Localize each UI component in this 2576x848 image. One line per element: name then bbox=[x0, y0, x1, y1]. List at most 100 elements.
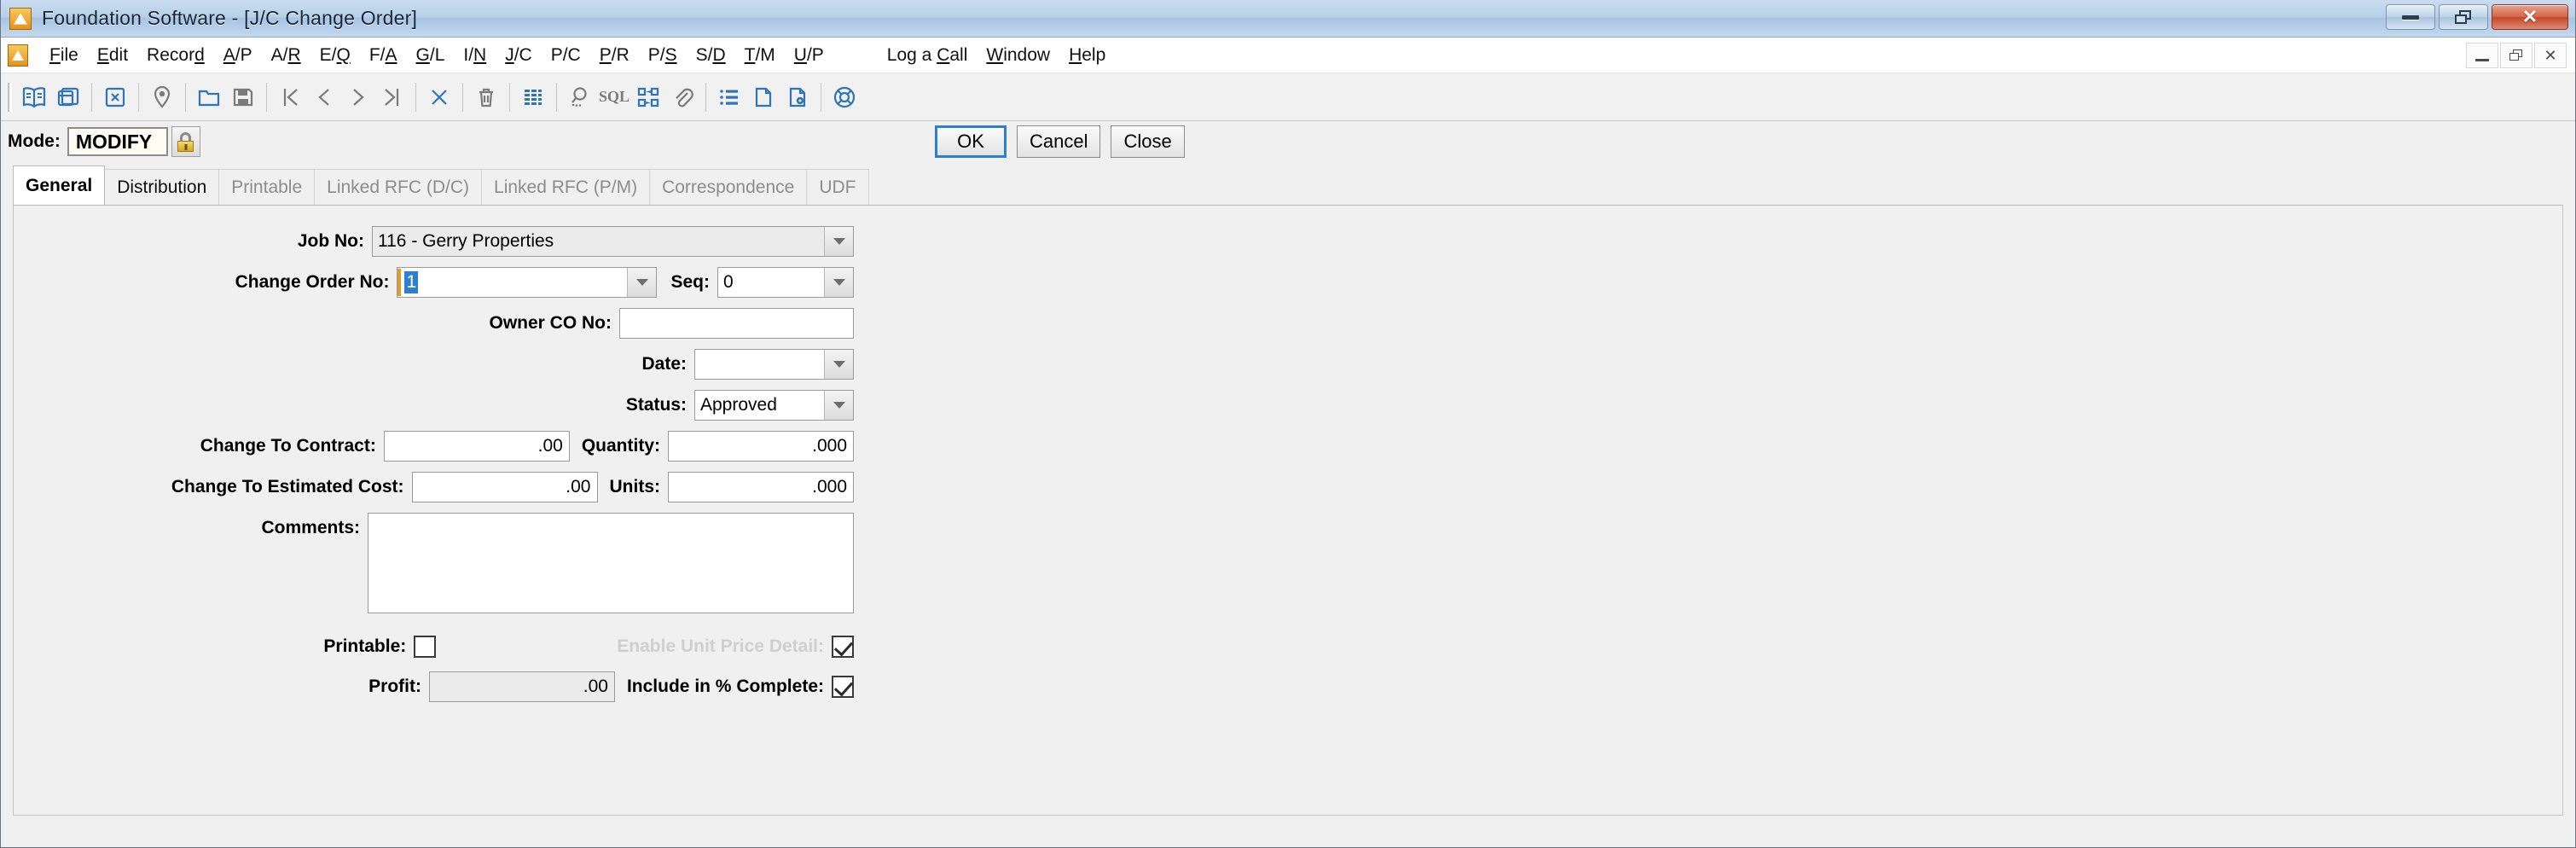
change-to-estimated-cost-row: Change To Estimated Cost: .00 Units: .00… bbox=[14, 472, 854, 502]
owner-co-no-input[interactable] bbox=[619, 308, 854, 339]
change-order-no-select[interactable]: 1 bbox=[397, 267, 658, 298]
change-to-estimated-cost-input[interactable]: .00 bbox=[411, 472, 598, 502]
book-open-icon[interactable] bbox=[17, 79, 51, 115]
owner-co-no-row: Owner CO No: bbox=[14, 308, 854, 339]
tab-correspondence: Correspondence bbox=[649, 169, 808, 205]
printable-checkbox[interactable] bbox=[414, 636, 437, 658]
minimize-button[interactable] bbox=[2386, 4, 2435, 30]
tab-distribution[interactable]: Distribution bbox=[104, 169, 220, 205]
quantity-label: Quantity: bbox=[581, 436, 660, 456]
menu-item-gl[interactable]: G/L bbox=[407, 42, 455, 69]
chevron-down-icon[interactable] bbox=[824, 227, 853, 256]
include-in-pct-complete-label: Include in % Complete: bbox=[626, 677, 824, 696]
menu-item-record[interactable]: Record bbox=[137, 42, 214, 69]
chevron-down-icon[interactable] bbox=[824, 391, 853, 420]
menu-item-window[interactable]: Window bbox=[977, 42, 1059, 69]
menu-item-eq[interactable]: E/Q bbox=[310, 42, 360, 69]
change-order-no-value: 1 bbox=[404, 271, 419, 293]
menu-item-log-a-call[interactable]: Log a Call bbox=[878, 42, 978, 69]
cascade-windows-icon[interactable] bbox=[51, 79, 85, 115]
toolbar-separator bbox=[462, 82, 463, 112]
next-record-icon[interactable] bbox=[341, 79, 375, 115]
last-record-icon[interactable] bbox=[375, 79, 409, 115]
menu-item-ap[interactable]: A/P bbox=[214, 42, 262, 69]
menu-item-edit[interactable]: Edit bbox=[88, 42, 137, 69]
menu-item-tm[interactable]: T/M bbox=[735, 42, 785, 69]
change-order-no-label: Change Order No: bbox=[235, 272, 390, 292]
search-icon[interactable] bbox=[563, 79, 597, 115]
menu-item-file[interactable]: FFileile bbox=[40, 42, 88, 69]
units-label: Units: bbox=[609, 477, 661, 497]
mdi-minimize-button[interactable] bbox=[2466, 43, 2498, 68]
window-title: Foundation Software - [J/C Change Order] bbox=[42, 7, 418, 29]
change-to-contract-input[interactable]: .00 bbox=[383, 431, 570, 462]
mdi-window-controls: ✕ bbox=[2466, 43, 2567, 68]
menu-item-pc[interactable]: P/C bbox=[542, 42, 590, 69]
window-controls: ✕ bbox=[2386, 4, 2568, 30]
seq-select[interactable]: 0 bbox=[717, 267, 854, 298]
date-row: Date: bbox=[14, 349, 854, 380]
quantity-value: .000 bbox=[812, 436, 847, 456]
trash-icon[interactable] bbox=[469, 79, 503, 115]
first-record-icon[interactable] bbox=[273, 79, 307, 115]
menu-item-sd[interactable]: S/D bbox=[687, 42, 735, 69]
list-icon[interactable] bbox=[712, 79, 746, 115]
document-icon[interactable] bbox=[746, 79, 780, 115]
change-to-contract-row: Change To Contract: .00 Quantity: .000 bbox=[14, 431, 854, 462]
menu-item-fa[interactable]: F/A bbox=[360, 42, 407, 69]
restore-button[interactable] bbox=[2439, 4, 2488, 30]
close-button[interactable]: ✕ bbox=[2492, 4, 2568, 30]
menu-item-ar[interactable]: A/R bbox=[262, 42, 310, 69]
change-to-contract-value: .00 bbox=[537, 436, 563, 456]
chevron-down-icon[interactable] bbox=[824, 350, 853, 379]
date-select[interactable] bbox=[694, 349, 854, 380]
status-select[interactable]: Approved bbox=[694, 390, 854, 421]
chevron-down-icon[interactable] bbox=[627, 268, 657, 297]
document-settings-icon[interactable] bbox=[780, 79, 815, 115]
menu-item-ps[interactable]: P/S bbox=[639, 42, 687, 69]
change-to-contract-label: Change To Contract: bbox=[200, 436, 376, 456]
status-label: Status: bbox=[625, 395, 687, 415]
quantity-input[interactable]: .000 bbox=[668, 431, 854, 462]
attachment-icon[interactable] bbox=[665, 79, 699, 115]
previous-record-icon[interactable] bbox=[307, 79, 341, 115]
profit-input: .00 bbox=[428, 671, 615, 702]
menu-item-up[interactable]: U/P bbox=[785, 42, 833, 69]
sql-icon[interactable]: SQL bbox=[597, 79, 631, 115]
toolbar-separator bbox=[705, 82, 706, 112]
menu-item-help[interactable]: Help bbox=[1059, 42, 1115, 69]
tab-linked-rfc-pm: Linked RFC (P/M) bbox=[481, 169, 651, 205]
grid-view-icon[interactable] bbox=[516, 79, 550, 115]
printable-label: Printable: bbox=[323, 636, 407, 656]
title-bar: Foundation Software - [J/C Change Order]… bbox=[1, 0, 2575, 38]
job-no-select[interactable]: 116 - Gerry Properties bbox=[372, 226, 854, 257]
close-form-button[interactable]: Close bbox=[1111, 125, 1185, 158]
mdi-minimize-icon bbox=[2475, 58, 2489, 61]
help-lifering-icon[interactable] bbox=[827, 79, 862, 115]
units-input[interactable]: .000 bbox=[668, 472, 854, 502]
delete-x-icon[interactable] bbox=[422, 79, 456, 115]
mdi-restore-button[interactable] bbox=[2500, 43, 2532, 68]
status-value: Approved bbox=[700, 395, 777, 415]
location-pin-icon[interactable] bbox=[145, 79, 179, 115]
padlock-icon[interactable] bbox=[171, 126, 200, 157]
tab-general[interactable]: General bbox=[13, 166, 106, 205]
include-in-pct-complete-checkbox[interactable] bbox=[832, 676, 854, 698]
mdi-app-logo-icon bbox=[8, 44, 28, 67]
ok-button[interactable]: OK bbox=[935, 125, 1007, 158]
date-label: Date: bbox=[641, 354, 687, 374]
save-icon[interactable] bbox=[226, 79, 260, 115]
toolbar-grip[interactable] bbox=[8, 82, 12, 112]
menu-item-in[interactable]: I/N bbox=[454, 42, 496, 69]
new-folder-icon[interactable] bbox=[192, 79, 226, 115]
menu-item-pr[interactable]: P/R bbox=[590, 42, 639, 69]
menu-item-jc[interactable]: J/C bbox=[496, 42, 542, 69]
seq-label: Seq: bbox=[670, 272, 710, 292]
comments-textarea[interactable] bbox=[368, 513, 854, 613]
cancel-button[interactable]: Cancel bbox=[1017, 125, 1101, 158]
workflow-icon[interactable] bbox=[631, 79, 665, 115]
mdi-close-button[interactable]: ✕ bbox=[2534, 43, 2567, 68]
close-window-icon[interactable] bbox=[98, 79, 132, 115]
enable-unit-price-detail-checkbox bbox=[832, 636, 854, 658]
chevron-down-icon[interactable] bbox=[824, 268, 853, 297]
